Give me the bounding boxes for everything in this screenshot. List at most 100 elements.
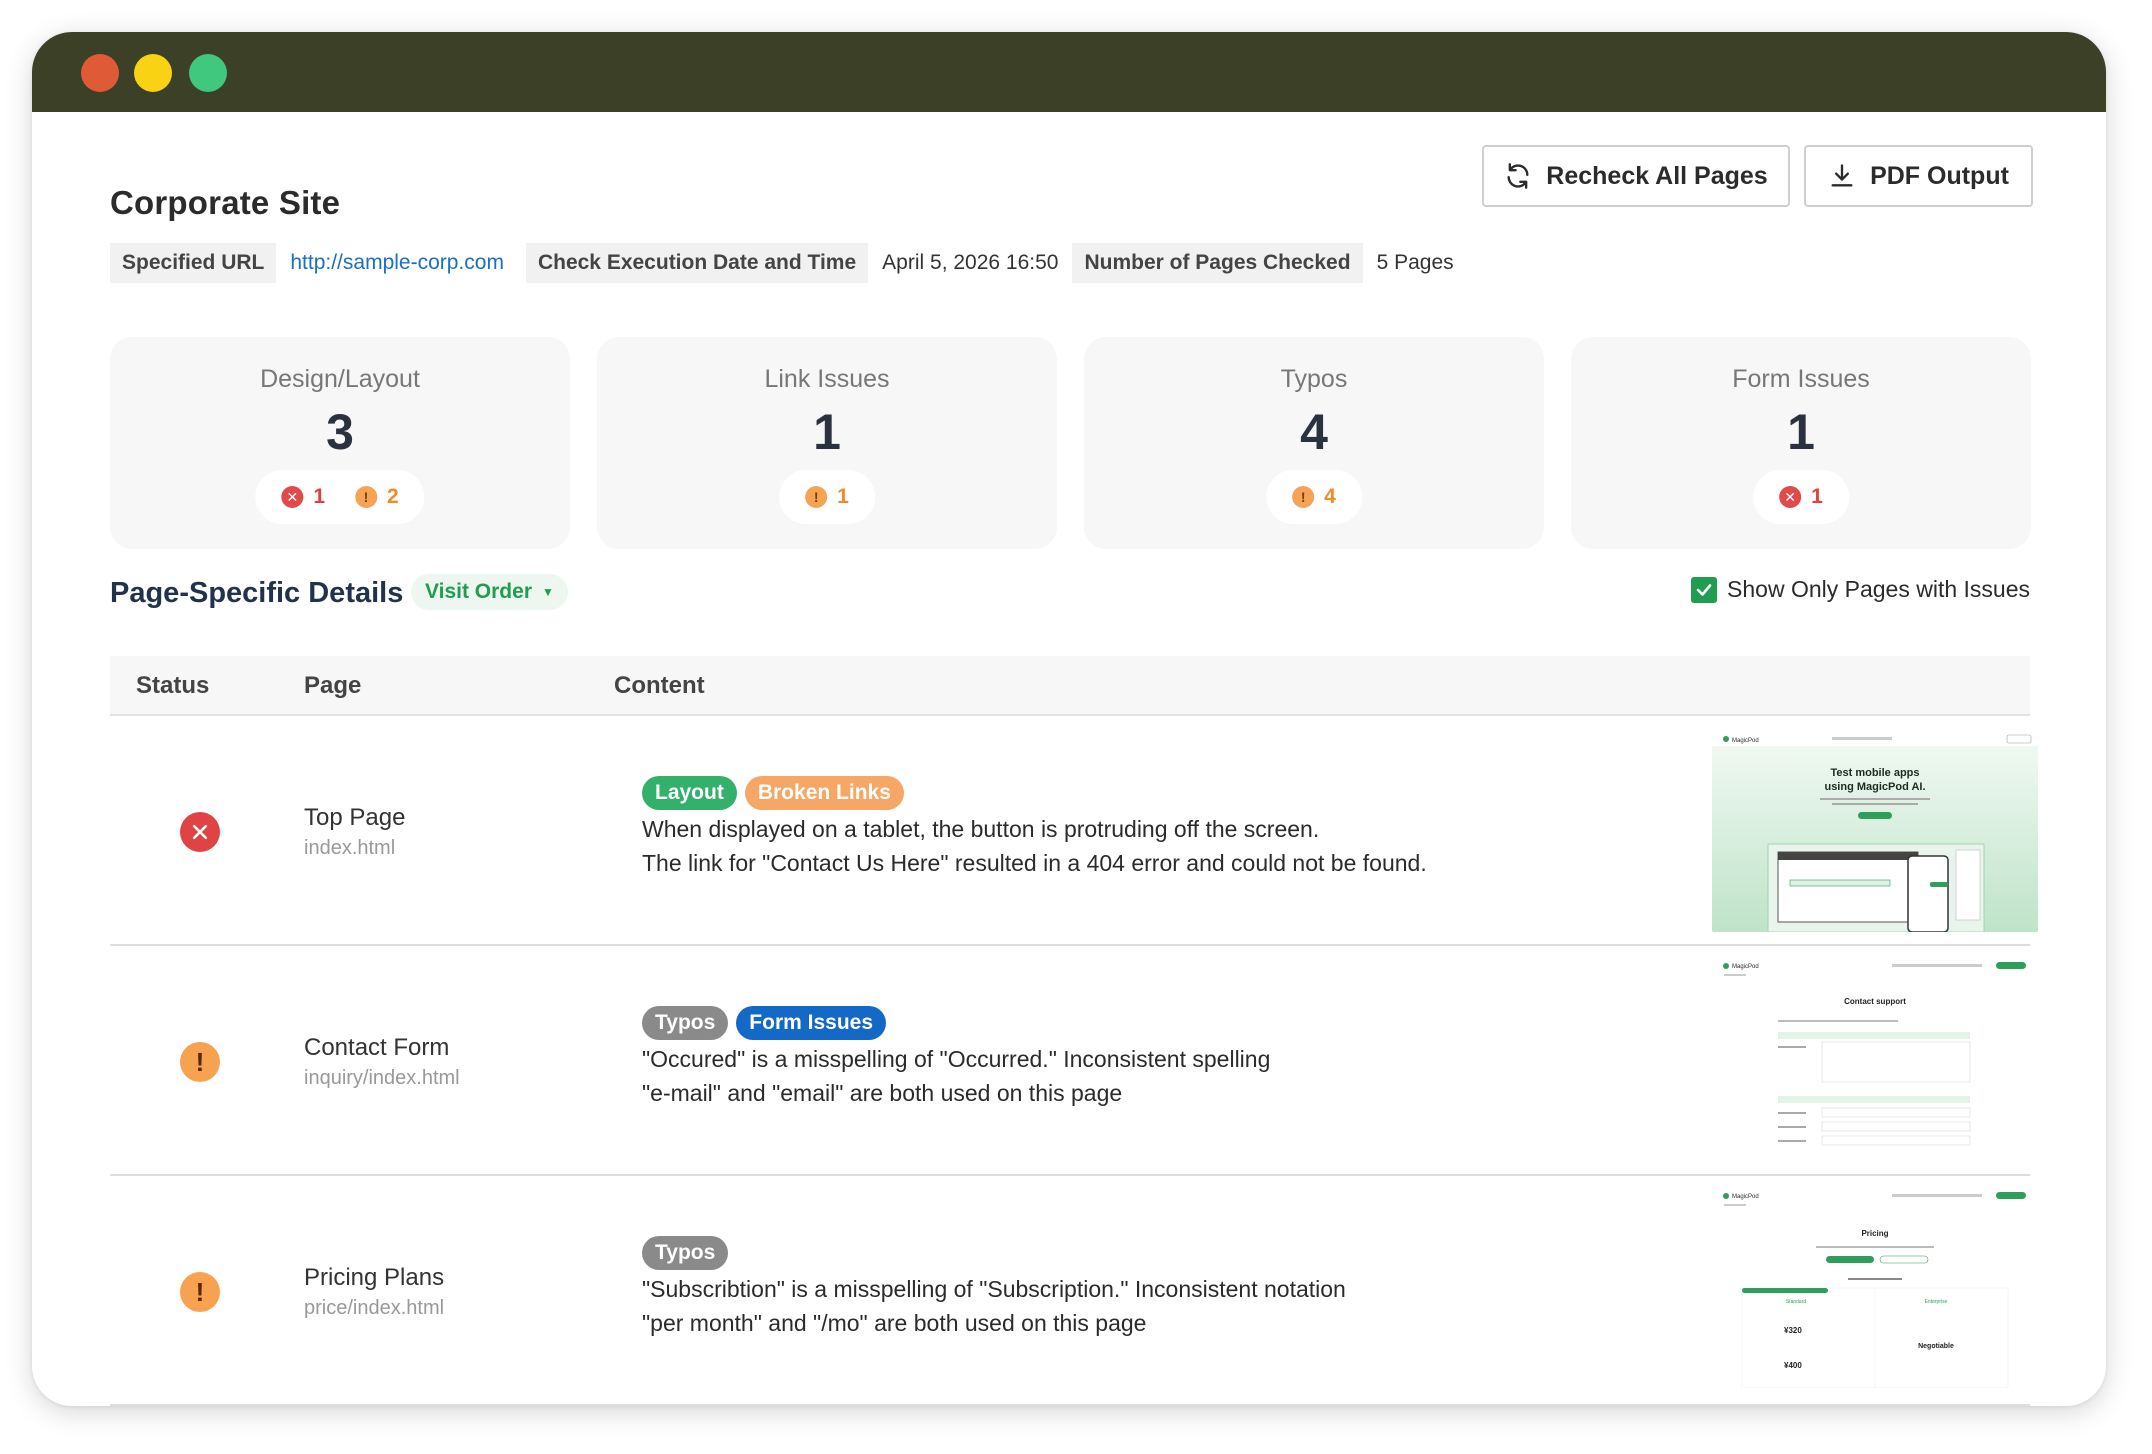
page-path: price/index.html [304,1297,445,1319]
summary-card-typos: Typos 4 ! 4 [1084,337,1544,549]
maximize-window-button[interactable] [189,54,227,92]
warning-count: ! 2 [355,485,399,509]
url-label: Specified URL [110,243,277,283]
issue-line: "e-mail" and "email" are both used on th… [642,1080,1123,1106]
thumb-brand: MagicPod [1732,1194,1759,1200]
card-count: 1 [1787,404,1815,460]
warning-icon: ! [1292,486,1315,508]
thumb-heading: Contact support [1844,997,1906,1006]
page-thumbnail[interactable]: MagicPod Pricing Standard Enterprise ¥32… [1712,1188,2038,1388]
error-count: ✕ 1 [281,485,325,509]
page-title: Corporate Site [110,184,341,221]
issue-line: The link for "Contact Us Here" resulted … [642,850,1427,876]
pages-checked-value: 5 Pages [1376,251,1454,274]
summary-card-form-issues: Form Issues 1 ✕ 1 [1571,337,2031,549]
show-only-issues-toggle[interactable]: Show Only Pages with Issues [1691,576,2030,603]
warning-icon: ! [805,486,828,508]
sort-order-value: Visit Order [425,580,532,603]
warning-count: ! 4 [1292,485,1336,509]
card-count: 1 [813,404,841,460]
summary-card-link-issues: Link Issues 1 ! 1 [597,337,1057,549]
warning-status-icon: ! [180,1042,220,1082]
page-thumbnail[interactable]: MagicPod Contact support [1712,958,2038,1158]
issue-tags: Layout Broken Links [642,776,904,810]
page-name[interactable]: Contact Form [304,1034,449,1062]
date-label: Check Execution Date and Time [525,243,869,283]
thumb-brand: MagicPod [1732,964,1759,970]
thumb-negotiable: Negotiable [1918,1343,1954,1350]
thumb-headline-2: using MagicPod AI. [1824,781,1925,793]
check-metadata: Specified URL http://sample-corp.com Che… [110,243,1468,283]
issue-line: When displayed on a tablet, the button i… [642,816,1320,842]
card-label: Design/Layout [260,365,420,393]
window-titlebar [32,32,2106,112]
issue-description: "Subscribtion" is a misspelling of "Subs… [642,1272,1346,1340]
issue-line: "per month" and "/mo" are both used on t… [642,1310,1147,1336]
warning-count-value: 2 [387,485,399,508]
pages-checked-label: Number of Pages Checked [1072,243,1363,283]
thumb-plan-2: Enterprise [1925,1299,1948,1305]
thumb-plan-1: Standard [1786,1299,1807,1305]
error-count-value: 1 [1811,485,1823,508]
refresh-icon [1507,163,1529,189]
issue-tags: Typos Form Issues [642,1006,887,1040]
issue-line: "Subscribtion" is a misspelling of "Subs… [642,1276,1346,1302]
page-path: index.html [304,837,396,859]
page-path: inquiry/index.html [304,1067,460,1089]
warning-icon: ! [355,486,377,508]
card-severity-pill: ✕ 1 ! 2 [255,470,425,524]
warning-count-value: 1 [837,485,849,508]
issue-tags: Typos [642,1236,729,1270]
card-label: Typos [1280,365,1348,393]
page-thumbnail[interactable]: MagicPod Test mobile apps using MagicPod… [1712,732,2038,932]
table-header: Status Page Content [110,656,2030,716]
thumb-heading: Pricing [1861,1229,1888,1238]
card-severity-pill: ! 4 [1266,470,1362,524]
page-name[interactable]: Pricing Plans [304,1264,444,1292]
column-header-page: Page [304,672,362,699]
warning-count-value: 4 [1324,485,1336,508]
issue-line: "Occured" is a misspelling of "Occurred.… [642,1046,1271,1072]
summary-cards: Design/Layout 3 ✕ 1 ! 2 Link Issues 1 ! 1 T… [110,337,2031,549]
recheck-all-pages-button[interactable]: Recheck All Pages [1482,145,1790,207]
page-details-table: Status Page Content Top Page index.html … [110,656,2038,1406]
tag-form-issues: Form Issues [736,1006,887,1040]
table-row[interactable]: Top Page index.html Layout Broken Links … [110,716,2038,946]
error-icon: ✕ [281,486,304,508]
error-count-value: 1 [313,485,325,508]
thumb-headline-1: Test mobile apps [1830,767,1919,779]
column-header-status: Status [136,672,210,699]
card-count: 3 [326,404,354,460]
tag-layout: Layout [642,776,737,810]
download-icon [1831,164,1853,187]
close-window-button[interactable] [81,54,119,92]
thumb-brand: MagicPod [1732,738,1759,744]
error-count: ✕ 1 [1779,485,1823,509]
caret-down-icon: ▼ [542,585,554,599]
warning-count: ! 1 [805,485,849,509]
tag-typos: Typos [642,1236,729,1270]
card-count: 4 [1300,404,1328,460]
card-severity-pill: ✕ 1 [1753,470,1849,524]
page-name[interactable]: Top Page [304,804,405,832]
error-status-icon [180,812,220,852]
column-header-content: Content [614,672,705,699]
sort-order-dropdown[interactable]: Visit Order ▼ [411,574,568,610]
details-section-title: Page-Specific Details [110,577,404,609]
thumb-price-2: ¥400 [1784,1361,1802,1370]
checkbox-checked-icon[interactable] [1691,576,1718,603]
table-row[interactable]: ! Contact Form inquiry/index.html Typos … [110,946,2038,1176]
error-icon: ✕ [1779,486,1802,508]
url-link[interactable]: http://sample-corp.com [276,251,518,275]
recheck-label: Recheck All Pages [1546,161,1768,190]
card-severity-pill: ! 1 [779,470,875,524]
app-window: Corporate Site Recheck All Pages PDF Out… [32,32,2106,1406]
issue-description: "Occured" is a misspelling of "Occurred.… [642,1042,1270,1110]
card-label: Form Issues [1732,365,1870,393]
card-label: Link Issues [764,365,890,393]
table-row[interactable]: ! Pricing Plans price/index.html Typos "… [110,1176,2038,1406]
summary-card-design-layout: Design/Layout 3 ✕ 1 ! 2 [110,337,570,549]
pdf-output-button[interactable]: PDF Output [1804,145,2033,207]
minimize-window-button[interactable] [134,54,172,92]
show-only-issues-label: Show Only Pages with Issues [1727,576,2030,602]
